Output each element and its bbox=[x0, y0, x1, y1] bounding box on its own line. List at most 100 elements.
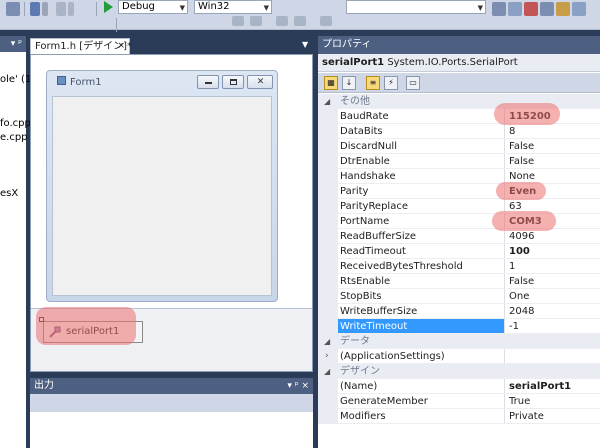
property-value[interactable]: False bbox=[506, 154, 600, 169]
properties-panel: プロパティ serialPort1 System.IO.Ports.Serial… bbox=[318, 36, 600, 448]
platform-select[interactable]: Win32 ▼ bbox=[194, 0, 272, 14]
property-grid: ◢ その他 BaudRate115200DataBits8DiscardNull… bbox=[318, 94, 600, 424]
redo-icon[interactable] bbox=[56, 2, 66, 16]
form1-title: Form1 bbox=[57, 76, 102, 88]
property-row-readbuffersize[interactable]: ReadBufferSize 4096 bbox=[318, 229, 600, 244]
property-pages-icon[interactable]: ▭ bbox=[406, 76, 420, 90]
alphabetical-icon[interactable]: ↓ bbox=[342, 76, 356, 90]
layout-icon[interactable] bbox=[320, 16, 332, 26]
collapse-icon[interactable]: ◢ bbox=[324, 94, 330, 109]
property-row-databits[interactable]: DataBits 8 bbox=[318, 124, 600, 139]
chevron-down-icon: ▼ bbox=[263, 4, 269, 12]
category-label: その他 bbox=[338, 94, 600, 109]
main-toolbar: Debug ▼ Win32 ▼ ▼ bbox=[0, 0, 600, 32]
property-value[interactable]: serialPort1 bbox=[506, 379, 600, 394]
chevron-down-icon: ▼ bbox=[179, 4, 185, 12]
highlight-marker bbox=[492, 211, 556, 231]
minimize-button[interactable] bbox=[197, 75, 219, 89]
property-row-receivedbytesthreshold[interactable]: ReceivedBytesThreshold 1 bbox=[318, 259, 600, 274]
panel-controls[interactable]: ▾ ᵖ × bbox=[287, 378, 309, 394]
minimize-icon bbox=[205, 82, 212, 84]
solution-item[interactable]: ole' (1 bbox=[0, 74, 31, 85]
find-input[interactable]: ▼ bbox=[346, 0, 486, 14]
chevron-down-icon[interactable]: ▼ bbox=[302, 40, 308, 49]
object-selector[interactable]: serialPort1 System.IO.Ports.SerialPort bbox=[318, 54, 600, 72]
solution-config-select[interactable]: Debug ▼ bbox=[118, 0, 188, 14]
property-row-parityreplace[interactable]: ParityReplace 63 bbox=[318, 199, 600, 214]
property-row-writebuffersize[interactable]: WriteBufferSize 2048 bbox=[318, 304, 600, 319]
output-body[interactable] bbox=[30, 412, 313, 448]
property-value[interactable]: False bbox=[506, 139, 600, 154]
property-row-handshake[interactable]: Handshake None bbox=[318, 169, 600, 184]
start-debugging-icon[interactable] bbox=[104, 1, 113, 13]
delete-icon[interactable] bbox=[524, 2, 538, 16]
category-data[interactable]: ◢ データ bbox=[318, 334, 600, 349]
collapse-icon[interactable]: ◢ bbox=[324, 364, 330, 379]
property-row-rtsenable[interactable]: RtsEnable False bbox=[318, 274, 600, 289]
property-row-parity[interactable]: ParityEven bbox=[318, 184, 600, 199]
order-icon[interactable] bbox=[276, 16, 288, 26]
find-icon[interactable] bbox=[492, 2, 506, 16]
undo-dropdown-icon[interactable] bbox=[42, 2, 48, 16]
property-row-modifiers[interactable]: Modifiers Private bbox=[318, 409, 600, 424]
toolbox-icon[interactable] bbox=[556, 2, 570, 16]
maximize-button[interactable] bbox=[222, 75, 244, 89]
property-row-applicationsettings[interactable]: › (ApplicationSettings) bbox=[318, 349, 600, 364]
property-row-portname[interactable]: PortNameCOM3 bbox=[318, 214, 600, 229]
options-icon[interactable] bbox=[572, 2, 586, 16]
tab-form1-designer[interactable]: Form1.h [デザイン]* × bbox=[30, 38, 132, 54]
highlight-marker bbox=[496, 182, 546, 200]
solution-item[interactable]: fo.cpp bbox=[0, 118, 31, 129]
property-value[interactable]: -1 bbox=[506, 319, 600, 334]
redo-dropdown-icon[interactable] bbox=[68, 2, 74, 16]
category-design[interactable]: ◢ デザイン bbox=[318, 364, 600, 379]
property-row-name[interactable]: (Name) serialPort1 bbox=[318, 379, 600, 394]
property-row-stopbits[interactable]: StopBits One bbox=[318, 289, 600, 304]
property-name: ReadTimeout bbox=[338, 244, 505, 259]
size-icon[interactable] bbox=[250, 16, 262, 26]
property-name: DtrEnable bbox=[338, 154, 505, 169]
highlight-marker bbox=[494, 103, 560, 125]
property-value[interactable]: Private bbox=[506, 409, 600, 424]
panel-controls[interactable]: ▾ ᵖ bbox=[0, 36, 26, 52]
property-value[interactable]: One bbox=[506, 289, 600, 304]
property-row-writetimeout[interactable]: WriteTimeout -1 bbox=[318, 319, 600, 334]
properties-icon[interactable]: ≡ bbox=[366, 76, 380, 90]
property-value[interactable]: 8 bbox=[506, 124, 600, 139]
output-title: 出力 bbox=[34, 380, 54, 391]
properties-title: プロパティ bbox=[318, 36, 600, 54]
property-value[interactable]: 1 bbox=[506, 259, 600, 274]
undo-icon[interactable] bbox=[30, 2, 40, 16]
property-row-generatemember[interactable]: GenerateMember True bbox=[318, 394, 600, 409]
align-icon[interactable] bbox=[232, 16, 244, 26]
solution-item[interactable]: esX bbox=[0, 188, 18, 199]
property-name: WriteTimeout bbox=[338, 319, 505, 334]
property-row-dtrenable[interactable]: DtrEnable False bbox=[318, 154, 600, 169]
property-row-readtimeout[interactable]: ReadTimeout 100 bbox=[318, 244, 600, 259]
property-row-discardnull[interactable]: DiscardNull False bbox=[318, 139, 600, 154]
categorized-icon[interactable]: ▦ bbox=[324, 76, 338, 90]
solution-item[interactable]: e.cpp bbox=[0, 132, 28, 143]
toolbar-separator bbox=[116, 18, 117, 32]
expand-icon[interactable]: › bbox=[325, 349, 329, 364]
property-value[interactable]: 4096 bbox=[506, 229, 600, 244]
tab-order-icon[interactable] bbox=[294, 16, 306, 26]
property-value[interactable]: 100 bbox=[506, 244, 600, 259]
form1-window[interactable]: Form1 ✕ bbox=[46, 70, 278, 302]
close-icon[interactable]: × bbox=[117, 39, 125, 54]
close-button[interactable]: ✕ bbox=[247, 75, 273, 89]
form-client-area[interactable] bbox=[52, 96, 272, 296]
events-icon[interactable]: ⚡ bbox=[384, 76, 398, 90]
output-toolbar bbox=[30, 394, 313, 412]
collapse-icon[interactable]: ◢ bbox=[324, 334, 330, 349]
solution-explorer-icon[interactable] bbox=[508, 2, 522, 16]
property-value[interactable] bbox=[506, 349, 600, 364]
property-name: GenerateMember bbox=[338, 394, 505, 409]
maximize-icon bbox=[230, 79, 237, 85]
property-value[interactable]: True bbox=[506, 394, 600, 409]
property-value[interactable]: False bbox=[506, 274, 600, 289]
properties-icon[interactable] bbox=[540, 2, 554, 16]
property-name: Parity bbox=[338, 184, 505, 199]
property-value[interactable]: 2048 bbox=[506, 304, 600, 319]
save-icon[interactable] bbox=[6, 2, 20, 16]
